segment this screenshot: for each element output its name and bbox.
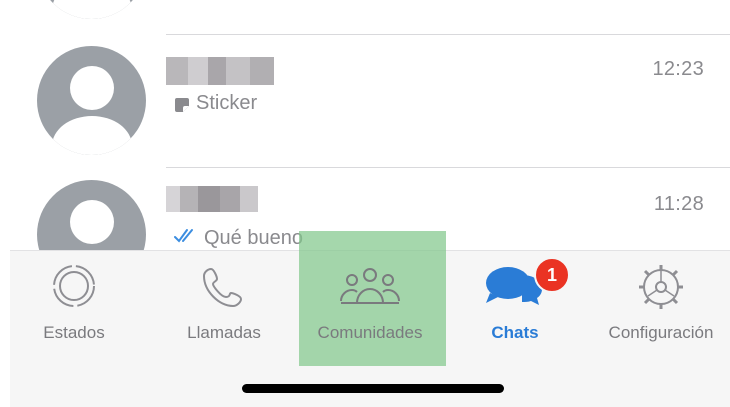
tab-label: Estados	[43, 323, 105, 342]
avatar[interactable]	[37, 46, 146, 155]
tab-label: Llamadas	[187, 323, 261, 342]
contact-name-redacted	[166, 57, 274, 85]
tab-label: Configuración	[608, 323, 714, 342]
tab-estados[interactable]: Estados	[10, 251, 138, 361]
unread-badge: 1	[534, 257, 570, 293]
tab-bar: Estados Llamadas Comunidades 1 Chats Con…	[10, 231, 730, 407]
sticker-icon	[174, 96, 190, 112]
tab-chats[interactable]: 1 Chats	[472, 251, 570, 361]
chat-preview: Qué bueno	[174, 227, 303, 250]
tab-label: Comunidades	[317, 323, 423, 342]
communities-icon	[335, 263, 405, 314]
status-icon	[51, 263, 97, 314]
chat-preview: Sticker	[174, 92, 257, 115]
divider	[166, 167, 730, 168]
chat-preview-text: Qué bueno	[204, 227, 303, 249]
chat-preview-text: Sticker	[196, 92, 258, 114]
tab-comunidades[interactable]: Comunidades	[300, 251, 440, 361]
chat-time: 12:23	[652, 58, 704, 80]
tab-llamadas[interactable]: Llamadas	[168, 251, 280, 361]
chat-time: 11:28	[653, 193, 704, 215]
gear-icon	[637, 263, 685, 316]
home-indicator[interactable]	[242, 384, 504, 393]
divider	[166, 34, 730, 35]
avatar[interactable]	[37, 0, 146, 19]
contact-name-redacted	[166, 186, 258, 212]
double-check-icon	[174, 227, 198, 250]
avatar[interactable]	[37, 180, 146, 250]
phone-icon	[201, 263, 247, 314]
tab-configuracion[interactable]: Configuración	[592, 251, 730, 361]
chat-list: 12:23 Sticker 11:28 Qué bueno	[0, 0, 730, 250]
tab-label: Chats	[491, 323, 539, 342]
